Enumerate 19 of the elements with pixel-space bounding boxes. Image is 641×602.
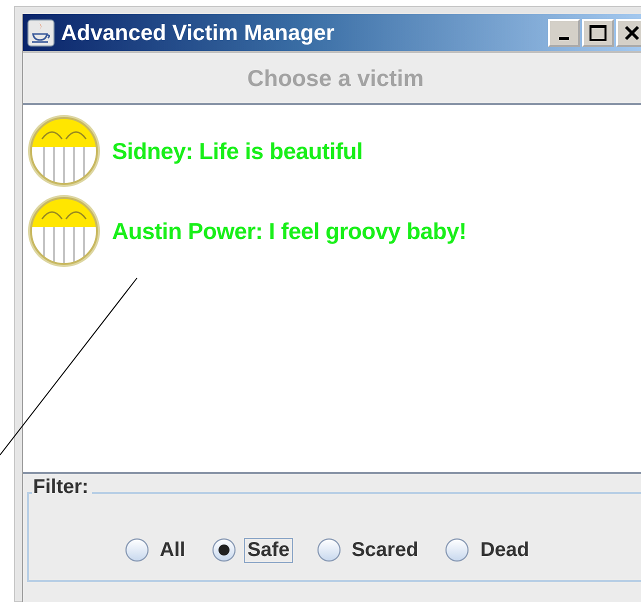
radio-button[interactable] [124, 538, 149, 562]
maximize-icon [589, 24, 607, 42]
radio-label[interactable]: Safe [244, 538, 293, 562]
close-button[interactable] [616, 18, 641, 46]
minimize-button[interactable] [548, 18, 580, 46]
minimize-icon [559, 36, 569, 40]
coffee-cup-icon [27, 18, 55, 46]
close-icon [624, 24, 640, 40]
radio-label[interactable]: All [156, 538, 188, 562]
radio-button[interactable] [445, 538, 470, 562]
header-label: Choose a victim [247, 64, 424, 92]
radio-label[interactable]: Scared [348, 538, 422, 562]
window-title: Advanced Victim Manager [61, 20, 336, 46]
grinning-face-icon [26, 193, 102, 269]
radio-label[interactable]: Dead [477, 538, 532, 562]
radio-button[interactable] [212, 538, 236, 562]
grinning-face-icon [26, 113, 102, 189]
radio-button[interactable] [316, 538, 341, 562]
maximize-button[interactable] [582, 18, 614, 46]
